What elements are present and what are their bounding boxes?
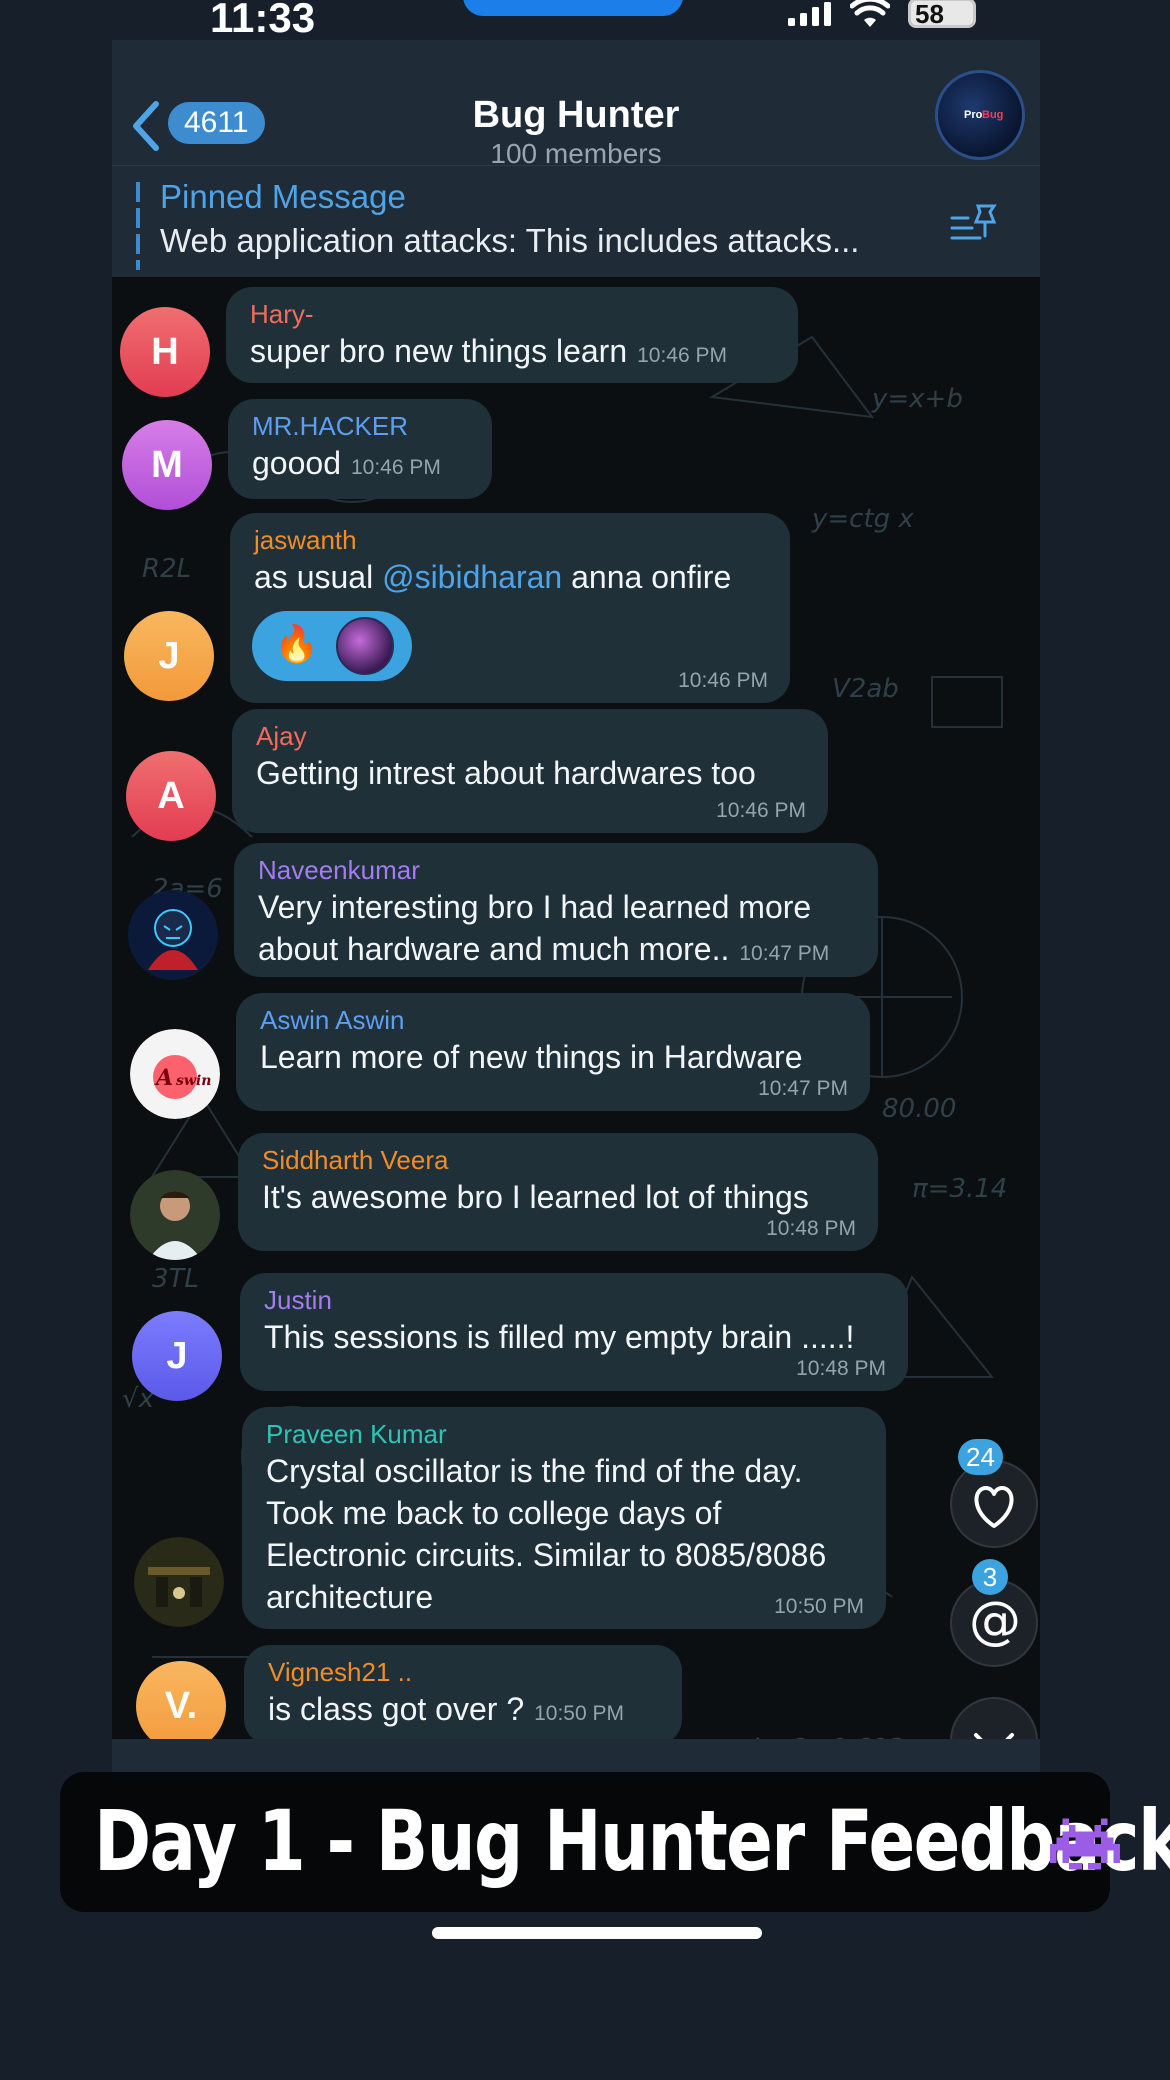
avatar[interactable] <box>134 1537 224 1627</box>
message-text: This sessions is filled my empty brain .… <box>264 1319 855 1355</box>
message-text: Getting intrest about hardwares too <box>256 755 756 791</box>
message-bubble[interactable]: jaswanth as usual @sibidharan anna onfir… <box>230 513 790 703</box>
svg-text:A: A <box>154 1065 173 1091</box>
svg-text:V2ab: V2ab <box>832 674 899 704</box>
dynamic-island-pill[interactable] <box>463 0 683 16</box>
message-time: 10:47 PM <box>758 1077 848 1100</box>
heart-icon <box>974 1486 1014 1528</box>
message-bubble[interactable]: MR.HACKER goood 10:46 PM <box>228 399 492 499</box>
svg-text:80.00: 80.00 <box>882 1094 956 1124</box>
message-text-line: Electronic circuits. Similar to 8085/808… <box>266 1537 827 1573</box>
message-bubble[interactable]: Naveenkumar Very interesting bro I had l… <box>234 843 878 977</box>
message-bubble[interactable]: Vignesh21 .. is class got over ? 10:50 PM <box>244 1645 682 1739</box>
message-text: Learn more of new things in Hardware <box>260 1039 803 1075</box>
message-time: 10:46 PM <box>350 456 441 479</box>
pinned-message-bar[interactable]: Pinned Message Web application attacks: … <box>112 165 1040 277</box>
battery-indicator: 58 <box>908 0 976 29</box>
pinned-indicator <box>136 182 140 270</box>
message-text-line: Crystal oscillator is the find of the da… <box>266 1453 803 1489</box>
message-time: 10:47 PM <box>739 942 830 965</box>
message-time: 10:48 PM <box>766 1217 856 1240</box>
message-text: is class got over ? <box>268 1691 525 1727</box>
message-text-part: anna onfire <box>562 559 732 595</box>
svg-text:3TL: 3TL <box>152 1264 199 1294</box>
sender-name[interactable]: jaswanth <box>254 525 766 556</box>
reaction-chip[interactable]: 🔥 <box>252 611 412 681</box>
chat-header: 4611 Bug Hunter 100 members Pro Bug <box>112 60 1040 170</box>
message-bubble[interactable]: Ajay Getting intrest about hardwares too… <box>232 709 828 833</box>
message-text-line: about hardware and much more.. <box>258 931 730 967</box>
group-avatar[interactable]: Pro Bug <box>935 70 1025 160</box>
message-bubble[interactable]: Praveen Kumar Crystal oscillator is the … <box>242 1407 886 1629</box>
avatar[interactable] <box>128 890 218 980</box>
message-text: as usual @sibidharan anna onfire <box>254 559 731 595</box>
message-text-line: Very interesting bro I had learned more <box>258 889 812 925</box>
mentions-count-badge: 3 <box>972 1559 1008 1595</box>
fire-reaction-icon: 🔥 <box>274 623 319 664</box>
chevron-down-icon <box>974 1733 1014 1739</box>
message-bubble[interactable]: Hary- super bro new things learn 10:46 PM <box>226 287 798 383</box>
reactions-button[interactable] <box>950 1460 1038 1548</box>
message-text: It's awesome bro I learned lot of things <box>262 1179 809 1215</box>
sender-name[interactable]: Aswin Aswin <box>260 1005 846 1036</box>
avatar[interactable]: H <box>120 307 210 397</box>
pinned-title: Pinned Message <box>160 178 406 215</box>
caption-text: Day 1 - Bug Hunter Feedbacks <box>94 1792 1170 1890</box>
pin-list-icon[interactable] <box>950 202 1000 248</box>
message-text-part: as usual <box>254 559 383 595</box>
sender-name[interactable]: Ajay <box>256 721 804 752</box>
message-time: 10:50 PM <box>534 1702 624 1725</box>
message-time: 10:50 PM <box>774 1595 864 1618</box>
message-text: super bro new things learn <box>250 333 628 369</box>
sender-name[interactable]: Siddharth Veera <box>262 1145 854 1176</box>
message-text-line: Took me back to college days of <box>266 1495 722 1531</box>
svg-text:R2L: R2L <box>142 554 191 584</box>
message-bubble[interactable]: Aswin Aswin Learn more of new things in … <box>236 993 870 1111</box>
battery-level: 58 <box>915 0 944 29</box>
sender-name[interactable]: MR.HACKER <box>252 411 468 442</box>
message-time: 10:46 PM <box>716 799 806 822</box>
sender-name[interactable]: Vignesh21 .. <box>268 1657 658 1688</box>
message-text-line: architecture <box>266 1579 434 1615</box>
message-time: 10:48 PM <box>796 1357 886 1380</box>
sender-name[interactable]: Justin <box>264 1285 884 1316</box>
at-mention-icon: @ <box>969 1591 1021 1651</box>
pinned-text: Web application attacks: This includes a… <box>160 222 860 259</box>
avatar[interactable]: A swin <box>130 1029 220 1119</box>
svg-text:y=ctg x: y=ctg x <box>811 504 914 534</box>
sender-name[interactable]: Hary- <box>250 299 774 330</box>
home-indicator[interactable] <box>432 1927 762 1939</box>
avatar[interactable]: J <box>124 611 214 701</box>
avatar[interactable]: J <box>132 1311 222 1401</box>
reactor-avatar <box>336 617 394 675</box>
status-time: 11:33 <box>210 0 316 41</box>
message-list[interactable]: y=x+b R2L V2ab 2a=6 80.00 π=3.14 3TL log… <box>112 277 1040 1739</box>
wifi-icon <box>850 0 890 27</box>
avatar[interactable]: M <box>122 420 212 510</box>
message-bubble[interactable]: Siddharth Veera It's awesome bro I learn… <box>238 1133 878 1251</box>
message-bubble[interactable]: Justin This sessions is filled my empty … <box>240 1273 908 1391</box>
group-avatar-logo-accent: Bug <box>982 109 1004 121</box>
message-text: goood <box>252 445 341 481</box>
message-time: 10:46 PM <box>678 669 768 692</box>
space-invader-icon <box>1050 1818 1120 1870</box>
sender-name[interactable]: Praveen Kumar <box>266 1419 862 1450</box>
svg-text:swin: swin <box>176 1073 211 1089</box>
svg-text:π=3.14: π=3.14 <box>912 1174 1007 1204</box>
avatar[interactable] <box>130 1170 220 1260</box>
signal-icon <box>788 2 831 26</box>
caption-banner: Day 1 - Bug Hunter Feedbacks <box>60 1772 1170 1912</box>
svg-text:y=x+b: y=x+b <box>871 384 963 414</box>
chat-title[interactable]: Bug Hunter <box>112 94 1040 137</box>
scroll-down-button[interactable] <box>950 1697 1038 1739</box>
mention-link[interactable]: @sibidharan <box>382 559 562 595</box>
group-avatar-logo-text: Pro <box>964 109 983 121</box>
chat-window: 4611 Bug Hunter 100 members Pro Bug Pinn… <box>112 40 1040 1780</box>
message-time: 10:46 PM <box>637 344 727 367</box>
sender-name[interactable]: Naveenkumar <box>258 855 854 886</box>
svg-text:log2=0.693: log2=0.693 <box>752 1734 904 1739</box>
reactions-count-badge: 24 <box>958 1439 1003 1475</box>
avatar[interactable]: A <box>126 751 216 841</box>
